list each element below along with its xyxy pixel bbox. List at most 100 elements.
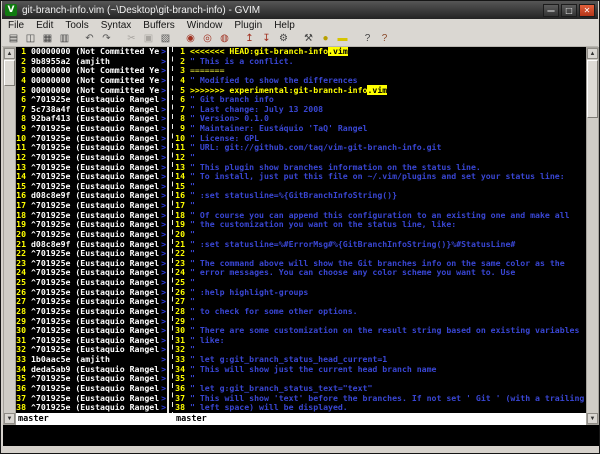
blame-pane[interactable]: 100000000 (Not Committed Ye>29b8955a2 (a… [16, 47, 167, 413]
blame-text: ^701925e (Eustaquio Rangel [31, 383, 159, 393]
code-segment-comment: " Modified to show the differences [190, 75, 358, 85]
find-next-button[interactable]: ◎ [199, 32, 216, 46]
blame-text: 00000000 (Not Committed Ye [31, 65, 159, 75]
blame-text: deda5ab9 (Eustaquio Rangel [31, 364, 159, 374]
blame-text: ^701925e (Eustaquio Rangel [31, 277, 159, 287]
load-session-button[interactable]: ↥ [241, 32, 258, 46]
code-segment-comment: " Version> 0.1.0 [190, 113, 269, 123]
scrollbar-thumb[interactable] [587, 60, 598, 118]
open-file-button[interactable]: ▤ [5, 32, 22, 46]
blame-text: ^701925e (Eustaquio Rangel [31, 306, 159, 316]
scrollbar-thumb[interactable] [4, 60, 15, 86]
copy-button: ▣ [140, 32, 157, 46]
maximize-button[interactable]: □ [561, 4, 577, 17]
code-segment-comment: " This will show just the current head b… [190, 364, 436, 374]
code-line[interactable]: 34" This will show just the current head… [175, 365, 587, 375]
code-segment-comment: " the customization you want on the stat… [190, 219, 456, 229]
code-segment-comment: " There are some customization on the re… [190, 325, 579, 335]
find-previous-icon: ◍ [220, 34, 229, 44]
blame-text: ^701925e (Eustaquio Rangel [31, 162, 159, 172]
code-line[interactable]: 26" :help highlight-groups [175, 288, 587, 298]
code-line[interactable]: 14" To install, just put this file on ~/… [175, 172, 587, 182]
code-segment-comment: " This is a conflict. [190, 56, 294, 66]
code-line[interactable]: 19" the customization you want on the st… [175, 220, 587, 230]
gvim-logo-icon: V [5, 4, 17, 16]
code-line[interactable]: 21" :set statusline=%#ErrorMsg#%{GitBran… [175, 240, 587, 250]
undo-button[interactable]: ↶ [81, 32, 98, 46]
menu-help[interactable]: Help [268, 20, 301, 31]
blame-text: ^701925e (Eustaquio Rangel [31, 181, 159, 191]
save-all-button[interactable]: ▦ [39, 32, 56, 46]
code-line[interactable]: 11" URL: git://github.com/taq/vim-git-br… [175, 143, 587, 153]
find-previous-button[interactable]: ◍ [216, 32, 233, 46]
code-segment-comment: " [190, 181, 195, 191]
run-script-button[interactable]: ⚙ [275, 32, 292, 46]
minimize-button[interactable]: — [543, 4, 559, 17]
tag-jump-icon: ▬ [338, 34, 348, 44]
tag-jump-button[interactable]: ▬ [334, 32, 351, 46]
code-line[interactable]: 2" This is a conflict. [175, 57, 587, 67]
blame-text: 1b0aac5e (amjith [31, 354, 110, 364]
blame-line[interactable]: 38^701925e (Eustaquio Rangel> [16, 403, 167, 413]
blame-text: 5c738a4f (Eustaquio Rangel [31, 104, 159, 114]
print-button[interactable]: ▥ [56, 32, 73, 46]
help-button[interactable]: ? [359, 32, 376, 46]
save-session-button[interactable]: ↧ [258, 32, 275, 46]
menu-buffers[interactable]: Buffers [137, 20, 181, 31]
redo-button[interactable]: ↷ [98, 32, 115, 46]
blame-text: ^701925e (Eustaquio Rangel [31, 267, 159, 277]
blame-text: ^701925e (Eustaquio Rangel [31, 287, 159, 297]
blame-text: ^701925e (Eustaquio Rangel [31, 210, 159, 220]
left-scrollbar[interactable]: ▲ ▼ [3, 47, 16, 425]
undo-icon: ↶ [85, 34, 93, 44]
command-line[interactable] [3, 425, 599, 446]
vertical-split-separator[interactable] [167, 47, 175, 413]
load-session-icon: ↥ [245, 34, 253, 44]
gvim-window: V git-branch-info.vim (~\Desktop\git-bra… [0, 0, 600, 454]
menu-tools[interactable]: Tools [59, 20, 94, 31]
code-segment-comment: " Of course you can append this configur… [190, 210, 570, 220]
blame-text: ^701925e (Eustaquio Rangel [31, 229, 159, 239]
scroll-up-icon[interactable]: ▲ [4, 48, 15, 59]
save-file-button[interactable]: ◫ [22, 32, 39, 46]
right-scrollbar[interactable]: ▲ ▼ [586, 47, 599, 425]
code-segment-comment: " to check for some other options. [190, 306, 358, 316]
status-branch-left: master [18, 414, 49, 424]
scroll-down-icon[interactable]: ▼ [587, 413, 598, 424]
blame-text: ^701925e (Eustaquio Rangel [31, 200, 159, 210]
save-all-icon: ▦ [43, 34, 52, 44]
find-replace-button[interactable]: ◉ [182, 32, 199, 46]
overflow-indicator: > [161, 403, 166, 413]
blame-text: ^701925e (Eustaquio Rangel [31, 171, 159, 181]
code-segment-comment: " :help highlight-groups [190, 287, 308, 297]
help-icon: ? [365, 34, 371, 44]
paste-button[interactable]: ▧ [157, 32, 174, 46]
code-line[interactable]: 16" :set statusline=%{GitBranchInfoStrin… [175, 191, 587, 201]
code-segment-comment: " let g:git_branch_status_head_current=1 [190, 354, 387, 364]
code-line[interactable]: 28" to check for some other options. [175, 307, 587, 317]
split-dash-line [172, 47, 173, 413]
code-line[interactable]: 38" left space) will be displayed. [175, 403, 587, 413]
code-segment-comment: " :set statusline=%{GitBranchInfoString(… [190, 190, 397, 200]
blame-text: ^701925e (Eustaquio Rangel [31, 373, 159, 383]
menu-edit[interactable]: Edit [30, 20, 59, 31]
menu-window[interactable]: Window [181, 20, 229, 31]
scroll-down-icon[interactable]: ▼ [4, 413, 15, 424]
cut-icon: ✂ [127, 34, 135, 44]
code-line[interactable]: 30" There are some customization on the … [175, 326, 587, 336]
menu-plugin[interactable]: Plugin [228, 20, 268, 31]
close-button[interactable]: ✕ [579, 4, 595, 17]
run-ctags-button[interactable]: ● [317, 32, 334, 46]
blame-text: d08c8e9f (Eustaquio Rangel [31, 239, 159, 249]
file-pane[interactable]: 1<<<<<<< HEAD:git-branch-info.vim2" This… [175, 47, 587, 413]
scroll-up-icon[interactable]: ▲ [587, 48, 598, 59]
code-line[interactable]: 31" like: [175, 336, 587, 346]
menu-file[interactable]: File [2, 20, 30, 31]
find-help-button[interactable]: ? [376, 32, 393, 46]
run-ctags-icon: ● [322, 34, 328, 44]
menu-syntax[interactable]: Syntax [95, 20, 138, 31]
code-line[interactable]: 24" error messages. You can choose any c… [175, 268, 587, 278]
code-segment-comment: " [190, 296, 195, 306]
make-button[interactable]: ⚒ [300, 32, 317, 46]
print-icon: ▥ [60, 34, 69, 44]
